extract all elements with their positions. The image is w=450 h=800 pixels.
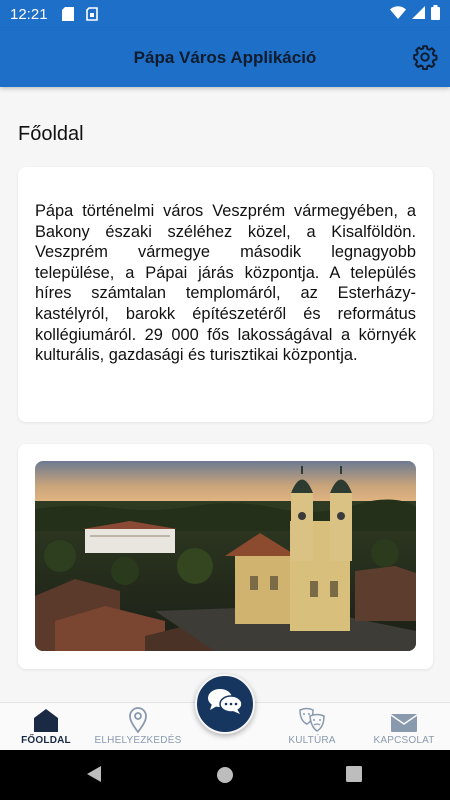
page-title: Főoldal <box>18 123 84 145</box>
wifi-icon <box>390 6 406 22</box>
nav-item-location[interactable]: ELHELYEZKEDÉS <box>88 703 188 751</box>
home-icon <box>33 703 59 733</box>
city-photo <box>35 461 416 651</box>
app-title: Pápa Város Applikáció <box>133 47 317 67</box>
envelope-icon <box>390 703 418 733</box>
nav-label-location: ELHELYEZKEDÉS <box>94 735 182 746</box>
theater-masks-icon <box>298 703 326 733</box>
nav-item-culture[interactable]: KULTÚRA <box>276 703 348 751</box>
photo-card <box>18 444 433 669</box>
app-bar: Pápa Város Applikáció <box>0 28 450 87</box>
intro-card: Pápa történelmi város Veszprém vármegyéb… <box>18 167 433 422</box>
chat-button[interactable] <box>195 674 255 734</box>
status-time: 12:21 <box>10 5 48 23</box>
back-icon[interactable] <box>86 765 102 788</box>
signal-icon <box>412 6 425 22</box>
sd-card-icon <box>61 7 74 21</box>
nav-label-home: FŐOLDAL <box>21 735 71 746</box>
main-content[interactable]: Főoldal Pápa történelmi város Veszprém v… <box>0 87 450 702</box>
chat-bubbles-icon <box>206 687 244 722</box>
system-nav-bar <box>0 750 450 800</box>
nav-label-culture: KULTÚRA <box>288 735 336 746</box>
location-pin-icon <box>128 703 148 733</box>
gear-icon[interactable] <box>410 42 440 72</box>
nav-item-home[interactable]: FŐOLDAL <box>12 703 80 751</box>
nav-item-contact[interactable]: KAPCSOLAT <box>364 703 444 751</box>
nav-label-contact: KAPCSOLAT <box>373 735 435 746</box>
intro-text: Pápa történelmi város Veszprém vármegyéb… <box>35 202 416 365</box>
sim-icon <box>85 7 98 21</box>
status-bar: 12:21 <box>0 0 450 28</box>
battery-icon <box>431 5 440 23</box>
home-circle-icon[interactable] <box>216 766 234 789</box>
recents-icon[interactable] <box>346 766 362 787</box>
